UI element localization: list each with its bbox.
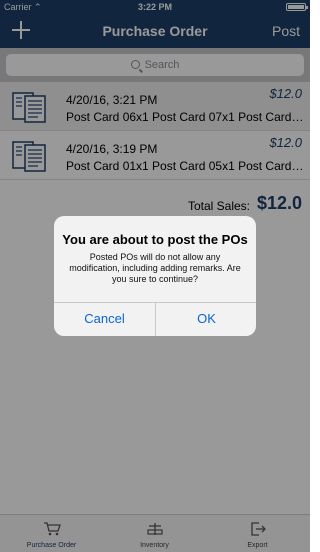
dialog-message: Posted POs will do not allow any modific… (69, 252, 241, 284)
dialog-title: You are about to post the POs (62, 232, 248, 247)
ok-button[interactable]: OK (156, 302, 256, 336)
confirm-post-dialog: You are about to post the POs Posted POs… (54, 216, 256, 336)
cancel-button[interactable]: Cancel (54, 302, 155, 336)
